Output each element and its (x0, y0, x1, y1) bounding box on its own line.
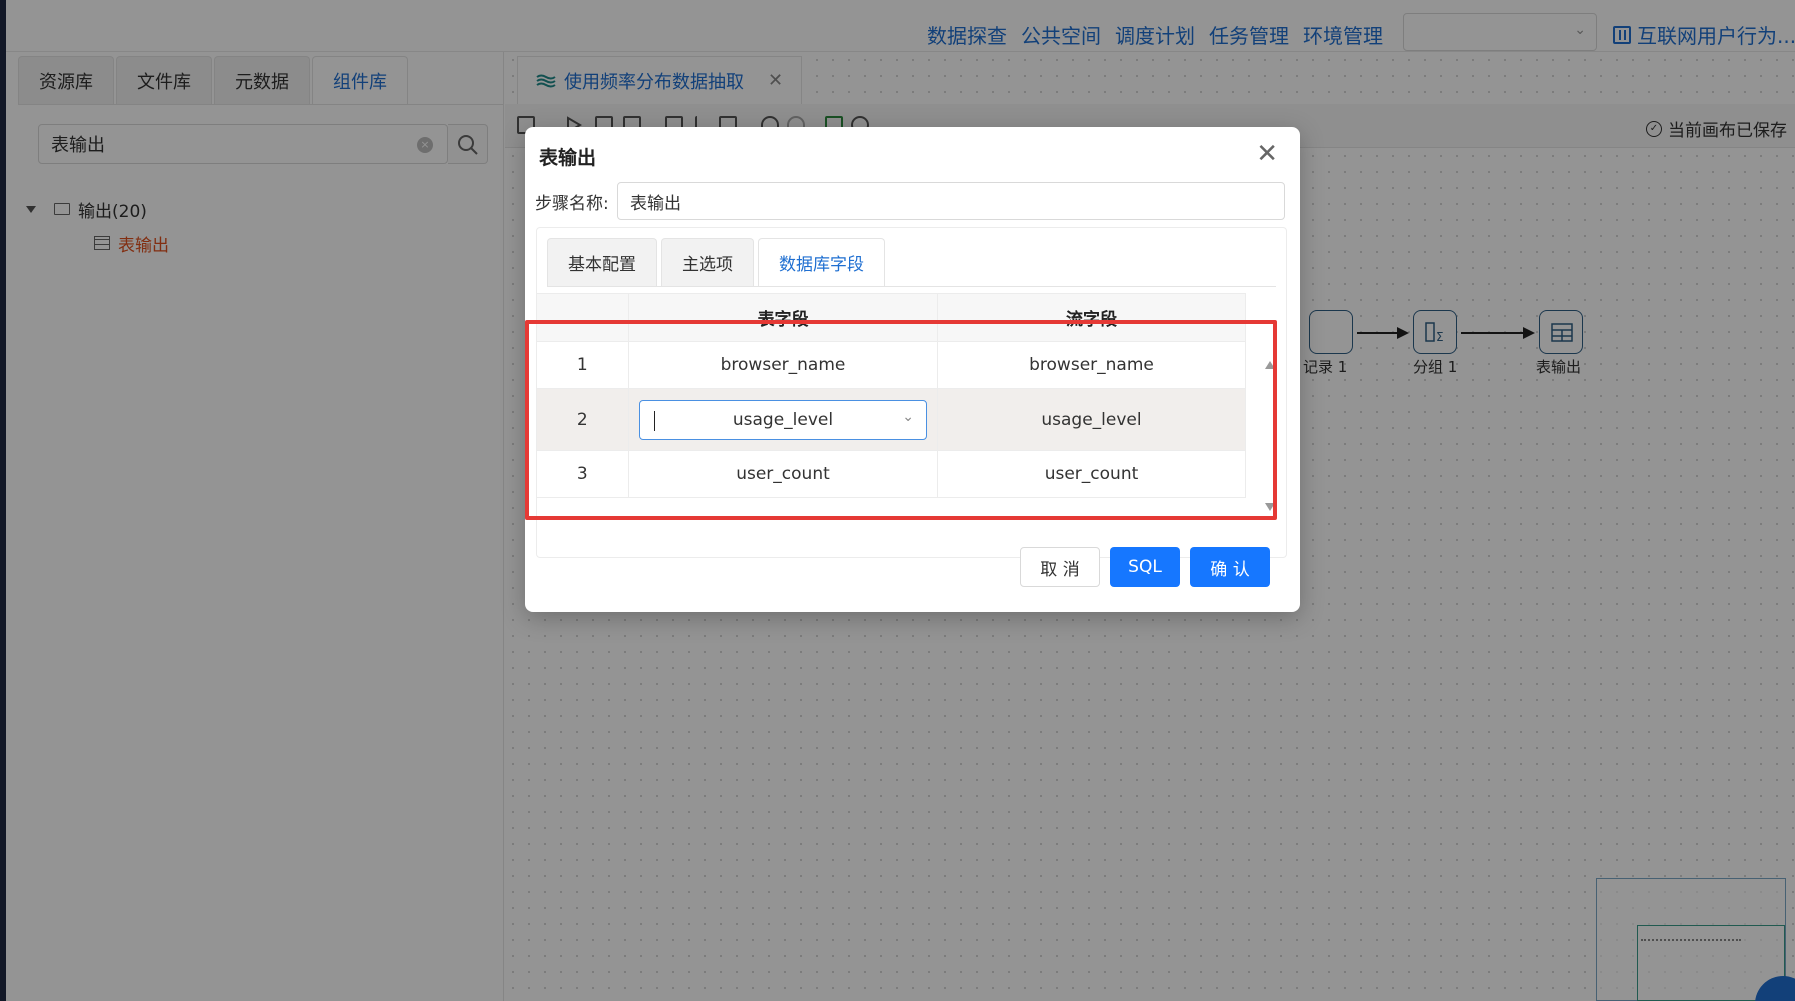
stream-field-cell[interactable]: usage_level (937, 388, 1246, 451)
table-output-dialog: 表输出 ✕ 步骤名称: 基本配置 主选项 数据库字段 表字段 流字段 1 bro… (525, 127, 1300, 612)
table-row[interactable]: 3 user_count user_count (536, 450, 1246, 498)
confirm-button[interactable]: 确 认 (1190, 547, 1270, 587)
table-row[interactable]: 1 browser_name browser_name (536, 341, 1246, 389)
step-name-input[interactable] (617, 182, 1285, 220)
stream-field-cell[interactable]: browser_name (937, 341, 1246, 389)
text-cursor (654, 410, 655, 431)
row-index: 3 (536, 450, 629, 498)
table-header-row: 表字段 流字段 (536, 293, 1246, 342)
tab-main-options[interactable]: 主选项 (661, 238, 754, 286)
table-scrollbar[interactable] (1265, 361, 1275, 511)
table-row[interactable]: 2 usage_level ⌄ usage_level (536, 388, 1246, 451)
tab-database-fields[interactable]: 数据库字段 (758, 238, 885, 286)
row-index: 2 (536, 388, 629, 451)
field-mapping-table: 表字段 流字段 1 browser_name browser_name 2 us… (536, 293, 1246, 498)
tab-basic-config[interactable]: 基本配置 (547, 238, 657, 286)
table-field-cell[interactable]: browser_name (628, 341, 938, 389)
table-field-select[interactable]: usage_level ⌄ (639, 399, 927, 440)
table-field-cell[interactable]: usage_level ⌄ (628, 388, 938, 451)
dialog-footer: 取 消 SQL 确 认 (1020, 547, 1270, 587)
cancel-button[interactable]: 取 消 (1020, 547, 1100, 587)
tabs-divider (547, 286, 1276, 287)
column-header-index (536, 293, 629, 342)
column-header-table-field: 表字段 (628, 293, 938, 342)
sql-button[interactable]: SQL (1110, 547, 1180, 587)
row-index: 1 (536, 341, 629, 389)
dialog-tabs: 基本配置 主选项 数据库字段 (547, 238, 885, 286)
chevron-down-icon[interactable]: ⌄ (902, 409, 914, 425)
table-field-select-value: usage_level (732, 409, 834, 430)
table-field-cell[interactable]: user_count (628, 450, 938, 498)
close-icon[interactable]: ✕ (1256, 139, 1278, 169)
stream-field-cell[interactable]: user_count (937, 450, 1246, 498)
step-name-label: 步骤名称: (535, 194, 609, 214)
scroll-up-icon[interactable] (1265, 361, 1275, 369)
column-header-stream-field: 流字段 (937, 293, 1246, 342)
dialog-title: 表输出 (539, 147, 597, 169)
scroll-down-icon[interactable] (1265, 503, 1275, 511)
